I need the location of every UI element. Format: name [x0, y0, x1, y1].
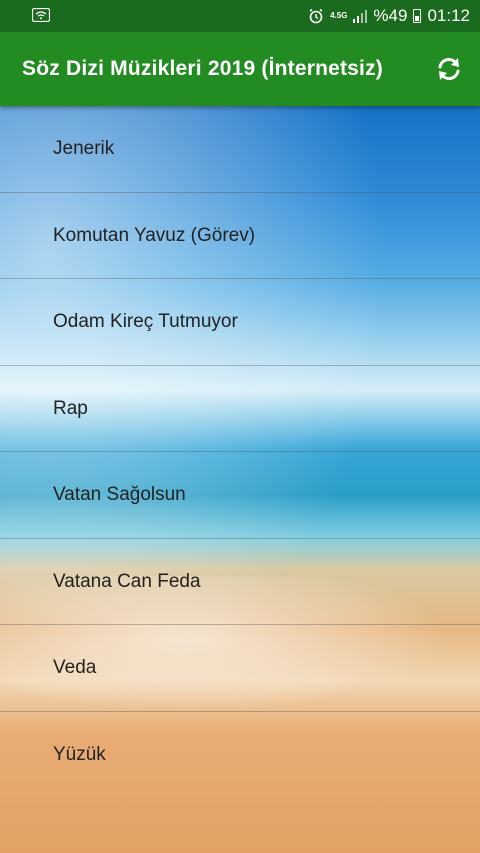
- wifi-notification-icon: [32, 8, 50, 22]
- song-list-container: Jenerik Komutan Yavuz (Görev) Odam Kireç…: [0, 106, 480, 853]
- battery-percent: %49: [373, 6, 408, 25]
- song-item[interactable]: Jenerik: [0, 106, 480, 193]
- song-list: Jenerik Komutan Yavuz (Görev) Odam Kireç…: [0, 106, 480, 798]
- song-label: Vatan Sağolsun: [53, 484, 186, 505]
- song-item[interactable]: Odam Kireç Tutmuyor: [0, 279, 480, 366]
- song-label: Komutan Yavuz (Görev): [53, 224, 256, 246]
- network-type-label: 4.5G: [330, 11, 348, 20]
- song-label: Odam Kireç Tutmuyor: [53, 311, 238, 332]
- alarm-icon: [309, 8, 323, 24]
- song-item[interactable]: Rap: [0, 366, 480, 452]
- song-item[interactable]: Vatana Can Feda: [0, 539, 480, 625]
- battery-icon: [413, 9, 422, 23]
- song-label: Yüzük: [53, 743, 106, 765]
- song-label: Vatana Can Feda: [53, 570, 201, 592]
- app-title: Söz Dizi Müzikleri 2019 (İnternetsiz): [22, 57, 383, 80]
- song-label: Veda: [53, 657, 97, 678]
- clock: 01:12: [427, 6, 470, 25]
- signal-icon: [353, 10, 368, 23]
- song-label: Rap: [53, 397, 88, 419]
- song-item[interactable]: Yüzük: [0, 712, 480, 799]
- status-bar: 4.5G %49 01:12: [0, 0, 480, 32]
- app-bar: Söz Dizi Müzikleri 2019 (İnternetsiz): [0, 32, 480, 106]
- song-label: Jenerik: [53, 138, 115, 159]
- song-item[interactable]: Vatan Sağolsun: [0, 452, 480, 539]
- song-item[interactable]: Komutan Yavuz (Görev): [0, 193, 480, 279]
- refresh-icon[interactable]: [434, 54, 464, 84]
- song-item[interactable]: Veda: [0, 625, 480, 712]
